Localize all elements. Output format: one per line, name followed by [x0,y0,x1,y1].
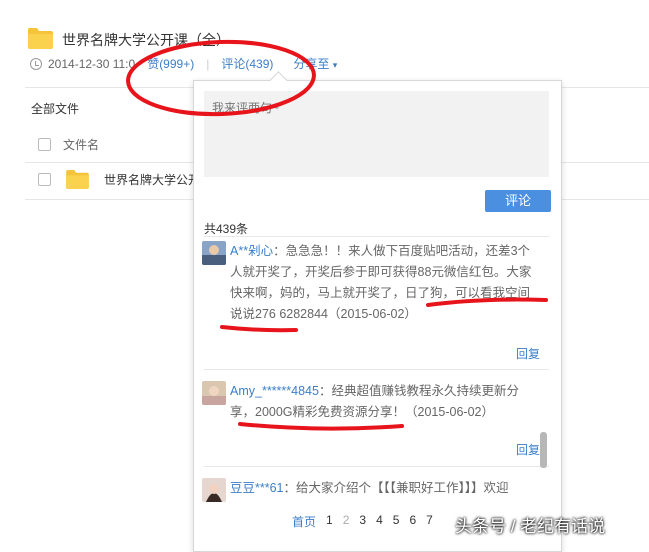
chevron-down-icon: ▾ [332,60,338,70]
file-list-header: 文件名 [38,136,99,153]
file-row[interactable]: 世界名牌大学公开 [38,170,200,189]
column-filename[interactable]: 文件名 [63,136,99,153]
file-name[interactable]: 世界名牌大学公开 [104,171,200,188]
avatar [202,381,226,405]
comment-user[interactable]: 豆豆***61 [230,481,284,495]
row-checkbox[interactable] [38,173,51,186]
page-link[interactable]: 6 [409,513,416,530]
select-all-checkbox[interactable] [38,138,51,151]
divider [204,369,549,370]
share-link[interactable]: 分享至 ▾ [293,55,337,72]
reply-link[interactable]: 回复 [516,441,540,458]
comment-user[interactable]: Amy_******4845 [230,384,319,398]
comment-panel: 评论 共439条 A**剁心：急急急！！来人做下百度贴吧活动，还差3个人就开奖了… [193,71,562,552]
comment-user[interactable]: A**剁心 [230,244,273,258]
comment-body: A**剁心：急急急！！来人做下百度贴吧活动，还差3个人就开奖了，开奖后参于即可获… [230,241,538,325]
divider: | [206,56,210,71]
comment-text: ：急急急！！来人做下百度贴吧活动，还差3个人就开奖了，开奖后参于即可获得88元微… [230,244,532,321]
watermark: 头条号 / 老纪有话说 [455,517,606,536]
like-link[interactable]: 赞(999+) [147,55,194,72]
avatar [202,241,226,265]
folder-icon [28,28,53,49]
page-link[interactable]: 3 [359,513,366,530]
list-item: A**剁心：急急急！！来人做下百度贴吧活动，还差3个人就开奖了，开奖后参于即可获… [202,241,542,361]
comment-input[interactable] [204,91,549,177]
share-label: 分享至 [293,57,330,71]
list-item: Amy_******4845：经典超值赚钱教程永久持续更新分享，2000G精彩免… [202,381,542,461]
share-date: 2014-12-30 11:0 [48,56,136,71]
first-page-link[interactable]: 首页 [292,513,316,530]
list-item: 豆豆***61：给大家介绍个【【【兼职好工作】】】欢迎 [202,478,542,502]
comment-body: Amy_******4845：经典超值赚钱教程永久持续更新分享，2000G精彩免… [230,381,538,423]
comment-text: ：给大家介绍个【【【兼职好工作】】】欢迎 [283,481,509,495]
avatar [202,478,226,502]
current-page: 2 [342,513,350,527]
divider [204,236,549,237]
comment-link[interactable]: 评论(439) [221,55,273,72]
page-link[interactable]: 1 [326,513,333,530]
page-title: 世界名牌大学公开课（全） [62,32,230,48]
file-meta: 2014-12-30 11:0 赞(999+) | 评论(439) 分享至 ▾ [30,55,337,72]
page-link[interactable]: 5 [393,513,400,530]
scrollbar[interactable] [540,432,547,468]
divider [204,466,549,467]
all-files-label[interactable]: 全部文件 [31,100,79,117]
comment-body: 豆豆***61：给大家介绍个【【【兼职好工作】】】欢迎 [230,478,538,499]
reply-link[interactable]: 回复 [516,345,540,362]
comment-count: 共439条 [204,222,249,236]
folder-icon [66,170,89,189]
page-link[interactable]: 7 [426,513,433,530]
page-link[interactable]: 4 [376,513,383,530]
pagination: 首页 1 2 3 4 5 6 7 [292,513,433,530]
submit-comment-button[interactable]: 评论 [485,190,551,212]
clock-icon [30,57,42,70]
popup-arrow [269,71,288,90]
